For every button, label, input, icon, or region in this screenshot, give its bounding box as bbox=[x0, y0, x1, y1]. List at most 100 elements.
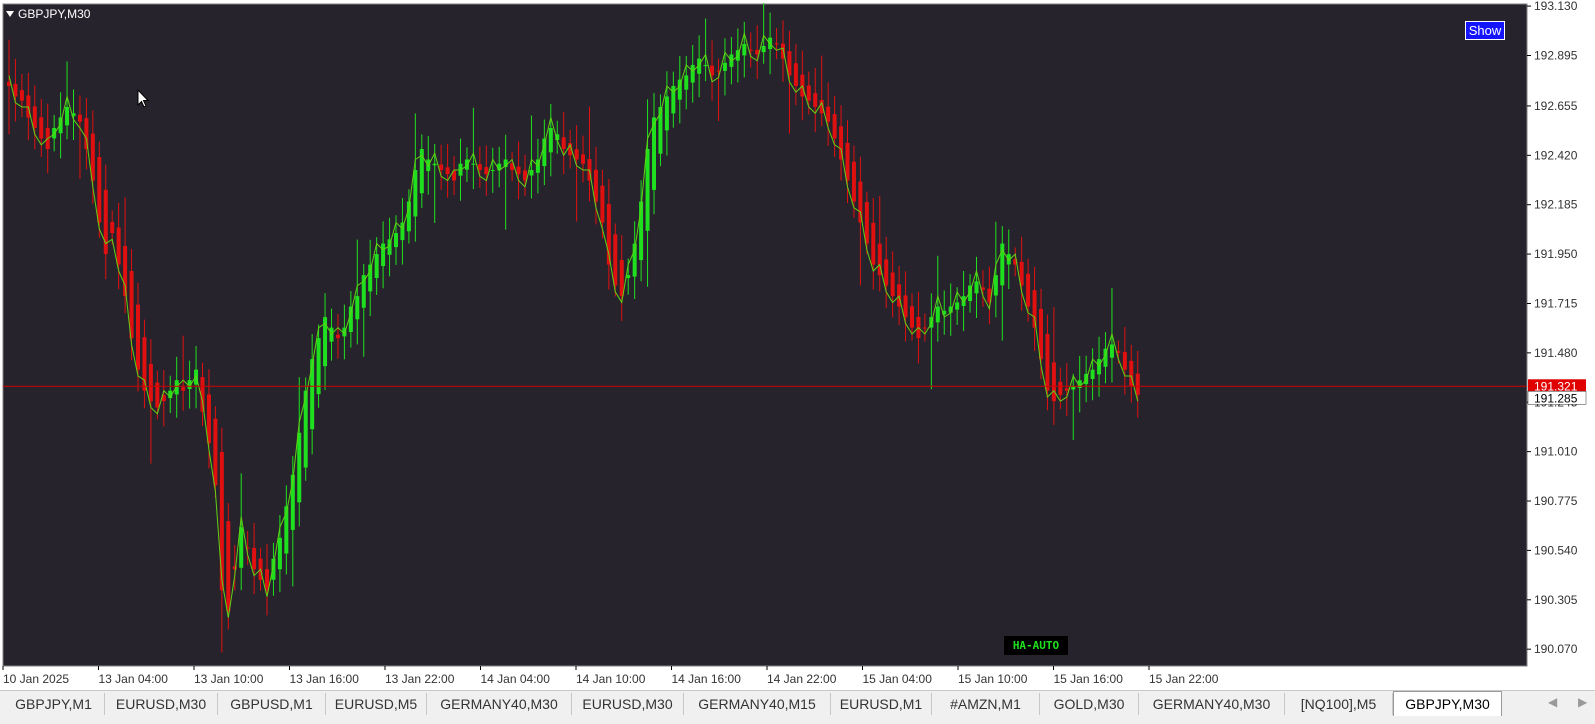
candle-body bbox=[348, 306, 353, 333]
x-axis-label: 13 Jan 16:00 bbox=[290, 672, 360, 686]
candle-body bbox=[684, 75, 689, 90]
candle-body bbox=[252, 547, 257, 570]
tab-germany40-m30[interactable]: GERMANY40,M30 bbox=[1139, 693, 1285, 715]
plot-area[interactable] bbox=[2, 3, 1528, 667]
tab-gbpjpy-m30[interactable]: GBPJPY,M30 bbox=[1393, 691, 1502, 716]
tab-eurusd-m30[interactable]: EURUSD,M30 bbox=[572, 693, 684, 715]
candle-body bbox=[213, 418, 218, 486]
candle-body bbox=[793, 63, 798, 86]
candle-body bbox=[652, 117, 656, 190]
candle-body bbox=[1135, 373, 1140, 395]
candle-body bbox=[903, 295, 908, 318]
candle-body bbox=[471, 163, 476, 165]
candle-body bbox=[310, 359, 315, 430]
candle-body bbox=[464, 159, 469, 170]
candle-body bbox=[993, 275, 998, 296]
x-axis-label: 15 Jan 04:00 bbox=[863, 672, 933, 686]
tab-gbpjpy-m1[interactable]: GBPJPY,M1 bbox=[3, 693, 105, 715]
tab-amzn-m1[interactable]: #AMZN,M1 bbox=[932, 693, 1040, 715]
symbol-label-text: GBPJPY,M30 bbox=[18, 7, 91, 21]
y-axis-label: 191.950 bbox=[1534, 247, 1578, 261]
collapse-triangle-icon[interactable] bbox=[6, 11, 14, 17]
y-axis-label: 192.895 bbox=[1534, 48, 1578, 62]
candle-body bbox=[813, 93, 818, 107]
x-axis-label: 15 Jan 10:00 bbox=[958, 672, 1028, 686]
candle-body bbox=[574, 149, 579, 160]
tab-gold-m30[interactable]: GOLD,M30 bbox=[1040, 693, 1139, 715]
candle-body bbox=[613, 234, 618, 286]
y-axis-label: 190.540 bbox=[1534, 543, 1578, 557]
candle-body bbox=[52, 127, 57, 139]
candle-body bbox=[297, 432, 302, 503]
candle-body bbox=[832, 114, 837, 139]
chart-tab-bar: GBPJPY,M1 EURUSD,M30 GBPUSD,M1 EURUSD,M5 GER… bbox=[0, 690, 1595, 724]
candle-body bbox=[84, 118, 89, 150]
candle-body bbox=[910, 306, 914, 328]
candle-body bbox=[664, 96, 669, 131]
candle-body bbox=[148, 363, 153, 402]
candle-body bbox=[13, 83, 18, 97]
candle-body bbox=[871, 222, 876, 265]
candle-body bbox=[1026, 273, 1031, 307]
candle-body bbox=[136, 304, 140, 370]
tab-germany40-m15[interactable]: GERMANY40,M15 bbox=[684, 693, 831, 715]
tab-eurusd-m1[interactable]: EURUSD,M1 bbox=[831, 693, 932, 715]
candle-body bbox=[806, 85, 811, 101]
candle-body bbox=[884, 259, 889, 286]
candle-body bbox=[368, 264, 373, 292]
x-axis-label: 14 Jan 10:00 bbox=[576, 672, 646, 686]
candle-body bbox=[413, 170, 418, 217]
y-axis-label: 190.070 bbox=[1534, 642, 1578, 656]
candle-body bbox=[490, 170, 495, 172]
x-axis-label: 13 Jan 22:00 bbox=[385, 672, 455, 686]
y-axis-label: 190.305 bbox=[1534, 593, 1578, 607]
x-axis-label: 13 Jan 10:00 bbox=[194, 672, 264, 686]
scroll-right-icon[interactable]: ▶ bbox=[1578, 695, 1587, 709]
candle-body bbox=[890, 272, 895, 297]
y-axis-label: 192.420 bbox=[1534, 148, 1578, 162]
candle-body bbox=[110, 221, 115, 234]
candle-body bbox=[103, 189, 108, 255]
tab-gbpusd-m1[interactable]: GBPUSD,M1 bbox=[218, 693, 326, 715]
candle-body bbox=[77, 114, 82, 122]
candle-body bbox=[1064, 388, 1069, 391]
candle-body bbox=[316, 338, 321, 395]
tab-eurusd-m30[interactable]: EURUSD,M30 bbox=[105, 693, 218, 715]
chart-symbol-label[interactable]: GBPJPY,M30 bbox=[6, 7, 90, 21]
candle-body bbox=[529, 170, 534, 176]
y-axis-label: 191.010 bbox=[1534, 445, 1578, 459]
tab-nq100-m5[interactable]: [NQ100],M5 bbox=[1285, 693, 1393, 715]
candle-body bbox=[858, 181, 863, 223]
price-chart[interactable]: 193.130 192.895 192.655 192.420 192.185 191.9… bbox=[0, 0, 1595, 690]
candle-body bbox=[581, 154, 586, 164]
candle-body bbox=[432, 163, 437, 166]
candle-body bbox=[548, 127, 553, 153]
candle-body bbox=[277, 537, 282, 570]
candle-body bbox=[271, 558, 276, 580]
candle-body bbox=[65, 106, 70, 126]
candle-body bbox=[335, 334, 340, 339]
tab-eurusd-m5[interactable]: EURUSD,M5 bbox=[326, 693, 427, 715]
mouse-pointer-icon bbox=[137, 89, 150, 108]
tab-germany40-m30[interactable]: GERMANY40,M30 bbox=[427, 693, 572, 715]
scroll-left-icon[interactable]: ◀ bbox=[1548, 695, 1557, 709]
candle-body bbox=[39, 117, 44, 139]
candle-body bbox=[974, 281, 979, 294]
candle-body bbox=[1058, 381, 1063, 395]
y-axis-label: 191.715 bbox=[1534, 296, 1578, 310]
candle-body bbox=[671, 85, 676, 114]
y-axis-label: 190.775 bbox=[1534, 494, 1578, 508]
candle-body bbox=[181, 387, 186, 391]
candle-body bbox=[922, 327, 927, 329]
candle-body bbox=[845, 142, 850, 181]
candle-body bbox=[722, 62, 727, 71]
chart-area[interactable]: 193.130 192.895 192.655 192.420 192.185 191.9… bbox=[0, 0, 1595, 686]
show-button[interactable]: Show bbox=[1465, 21, 1505, 40]
candle-body bbox=[355, 296, 360, 320]
candle-body bbox=[600, 185, 605, 223]
candle-body bbox=[142, 337, 147, 391]
candle-body bbox=[1097, 359, 1102, 375]
candle-body bbox=[219, 452, 224, 591]
ha-auto-badge: HA-AUTO bbox=[1004, 636, 1068, 655]
candle-body bbox=[265, 569, 269, 591]
